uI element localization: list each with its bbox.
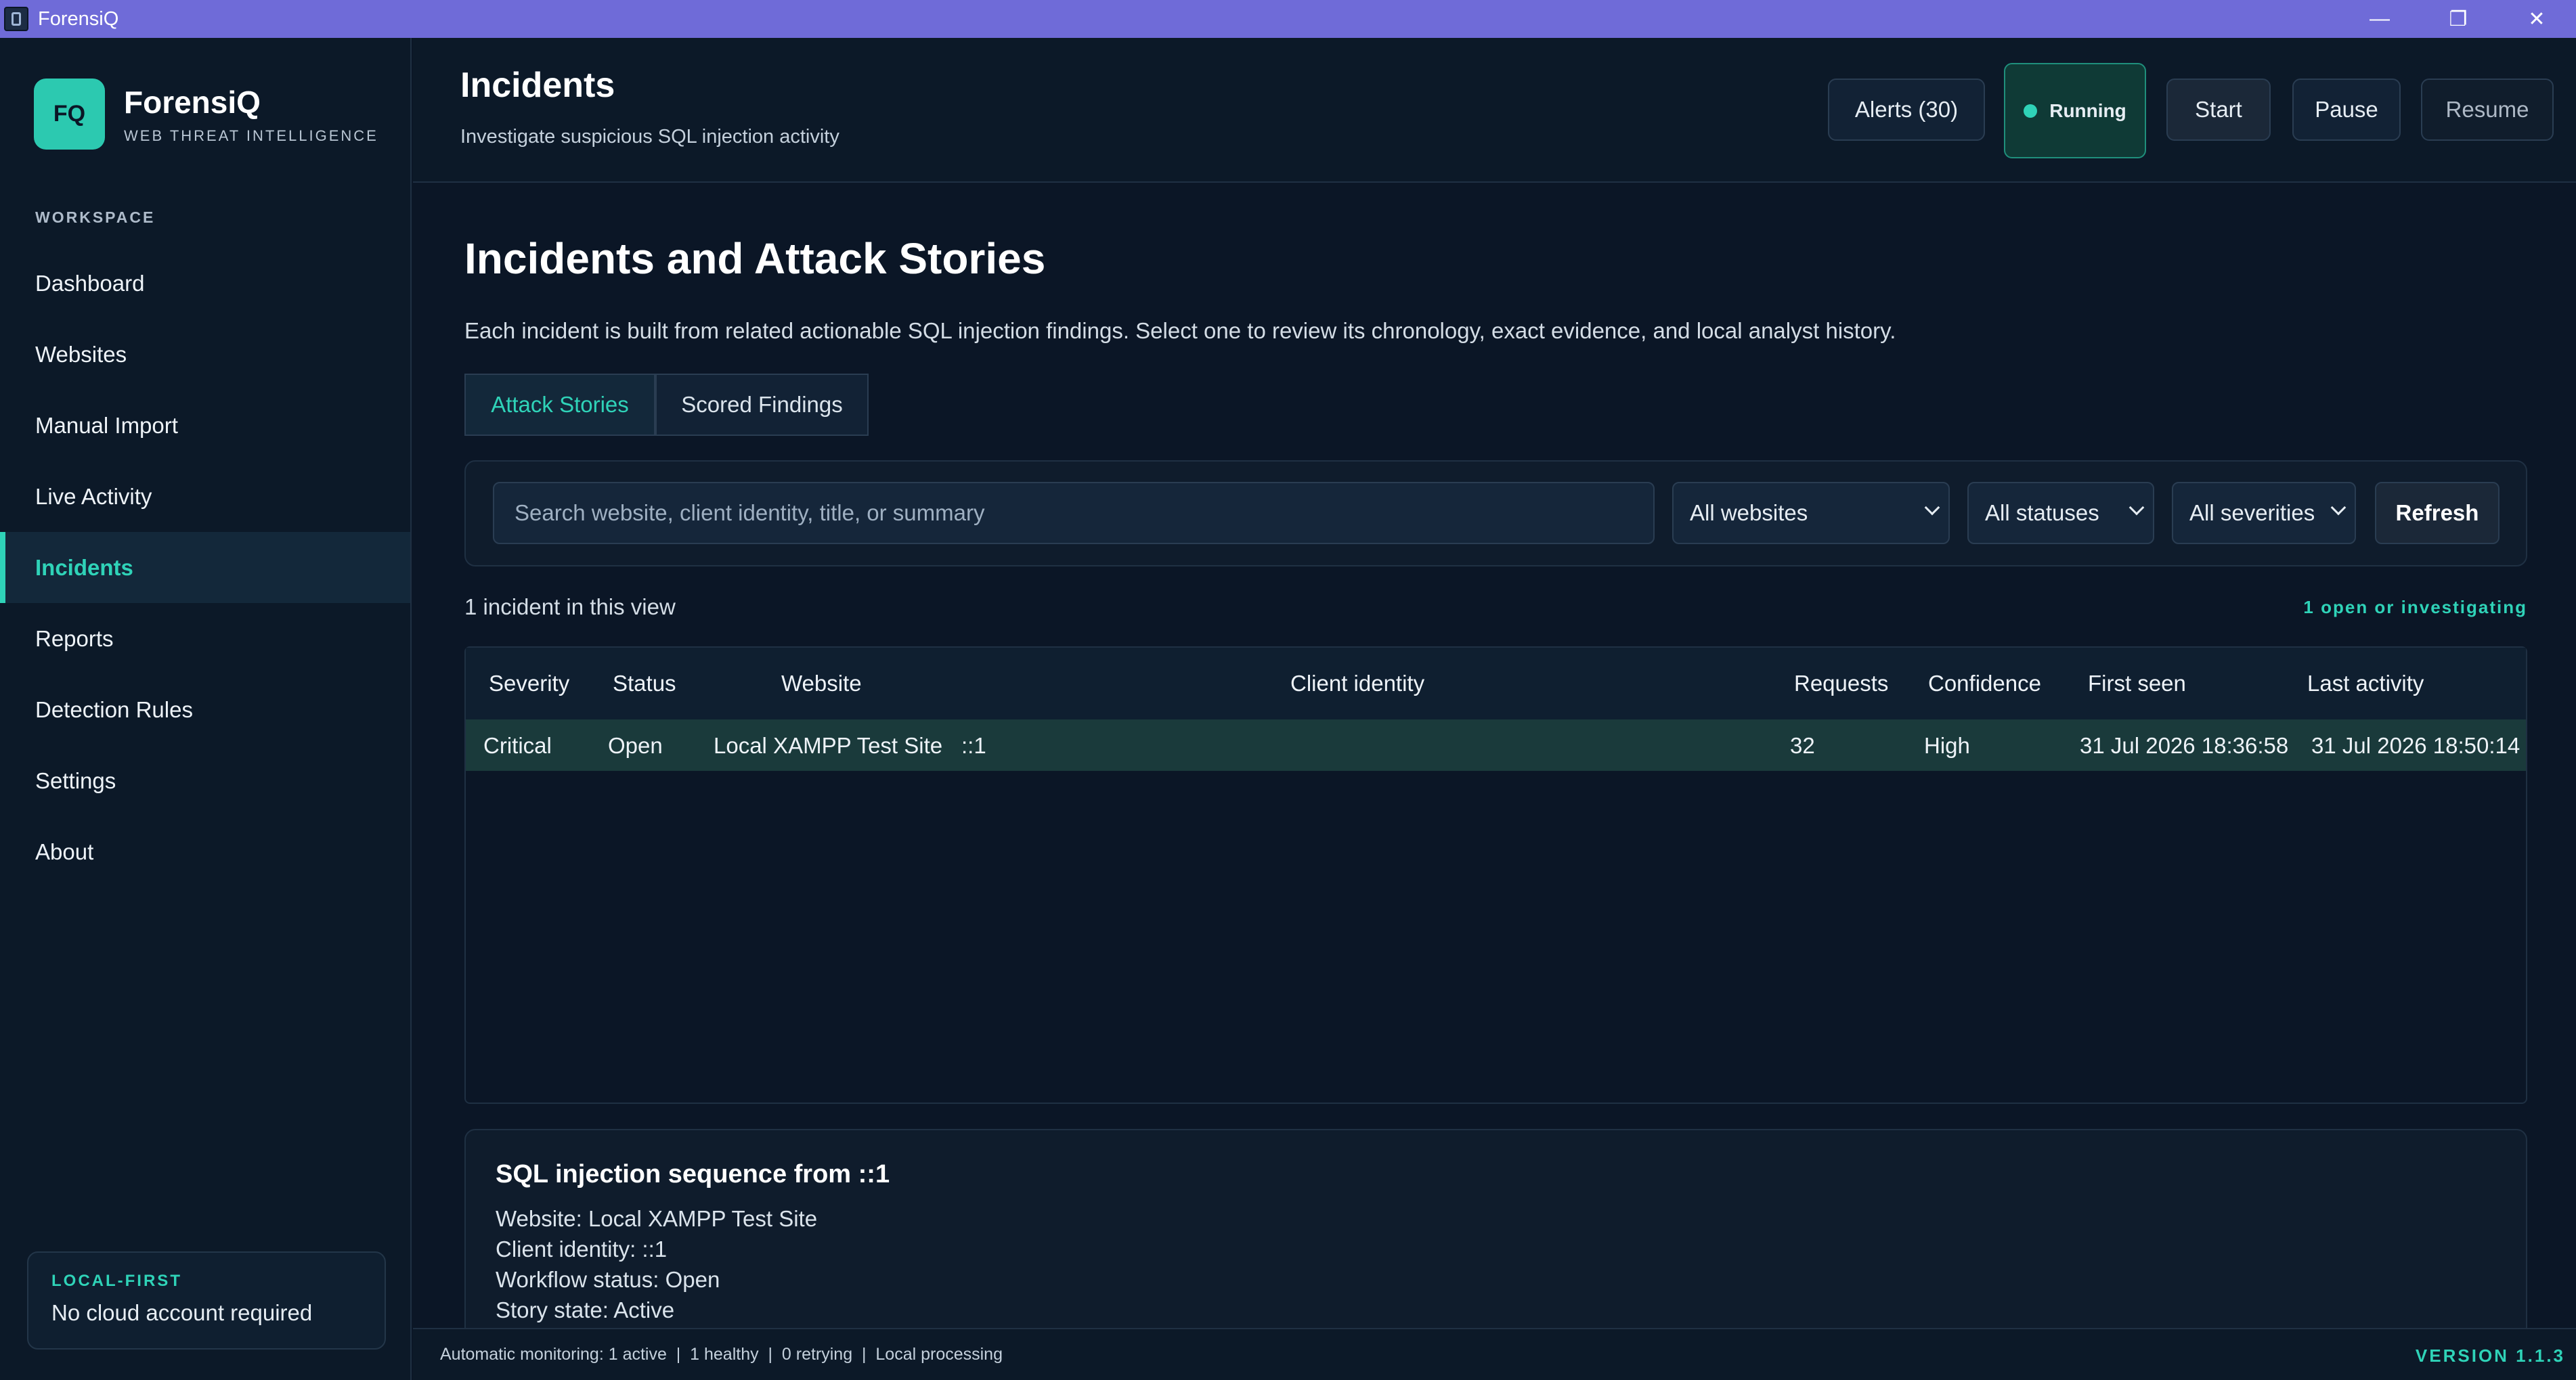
minimize-icon[interactable]: —: [2340, 0, 2419, 38]
title-bar: ForensiQ — ❐ ✕: [0, 0, 2576, 38]
page-subtitle: Investigate suspicious SQL injection act…: [460, 126, 839, 148]
close-icon[interactable]: ✕: [2497, 0, 2576, 38]
column-header-status[interactable]: Status: [613, 671, 676, 696]
view-tabs: Attack Stories Scored Findings: [464, 374, 869, 436]
website-filter-value: All websites: [1690, 500, 1808, 525]
local-first-card: LOCAL-FIRST No cloud account required: [27, 1251, 386, 1350]
sidebar: FQ ForensiQ WEB THREAT INTELLIGENCE WORK…: [0, 38, 412, 1380]
sidebar-nav: Dashboard Websites Manual Import Live Ac…: [0, 248, 410, 887]
column-header-requests[interactable]: Requests: [1794, 671, 1888, 696]
tab-attack-stories[interactable]: Attack Stories: [464, 374, 655, 436]
chevron-down-icon: [2330, 499, 2346, 516]
filter-bar: Search website, client identity, title, …: [464, 460, 2527, 566]
sidebar-item-settings[interactable]: Settings: [0, 745, 410, 816]
running-dot-icon: [2024, 104, 2038, 118]
table-header: Severity Status Website Client identity …: [466, 648, 2526, 719]
column-header-severity[interactable]: Severity: [489, 671, 569, 696]
incident-count: 1 incident in this view: [464, 594, 676, 619]
section-description: Each incident is built from related acti…: [464, 318, 1896, 343]
chevron-down-icon: [1924, 499, 1940, 516]
detail-client-identity: Client identity: ::1: [496, 1237, 668, 1262]
brand-logo: FQ: [34, 79, 105, 150]
chevron-down-icon: [2129, 499, 2145, 516]
app-icon: [4, 7, 28, 31]
brand-name: ForensiQ: [124, 84, 261, 120]
sidebar-item-detection-rules[interactable]: Detection Rules: [0, 674, 410, 745]
sidebar-item-live-activity[interactable]: Live Activity: [0, 461, 410, 532]
cell-status: Open: [608, 733, 663, 758]
incidents-table: Severity Status Website Client identity …: [464, 646, 2527, 1104]
sidebar-item-websites[interactable]: Websites: [0, 319, 410, 390]
sidebar-section-label: WORKSPACE: [35, 208, 156, 226]
column-header-client-identity[interactable]: Client identity: [1290, 671, 1424, 696]
page-title: Incidents: [460, 66, 615, 105]
sidebar-item-manual-import[interactable]: Manual Import: [0, 390, 410, 461]
cell-client-identity: ::1: [961, 733, 986, 758]
brand: FQ ForensiQ WEB THREAT INTELLIGENCE: [34, 79, 378, 150]
column-header-last-activity[interactable]: Last activity: [2307, 671, 2424, 696]
resume-button[interactable]: Resume: [2421, 79, 2554, 141]
status-bar: Automatic monitoring: 1 active | 1 healt…: [413, 1328, 2576, 1380]
sidebar-item-incidents[interactable]: Incidents: [0, 532, 410, 603]
cell-website: Local XAMPP Test Site: [714, 733, 943, 758]
monitoring-status-text: Automatic monitoring: 1 active | 1 healt…: [440, 1345, 1003, 1364]
sidebar-item-reports[interactable]: Reports: [0, 603, 410, 674]
cell-last-activity: 31 Jul 2026 18:50:14: [2311, 733, 2520, 758]
sidebar-item-about[interactable]: About: [0, 816, 410, 887]
detail-story-state: Story state: Active: [496, 1297, 675, 1322]
cell-confidence: High: [1924, 733, 1970, 758]
severity-filter-select[interactable]: All severities: [2172, 482, 2356, 544]
cell-requests: 32: [1790, 733, 1815, 758]
sidebar-item-dashboard[interactable]: Dashboard: [0, 248, 410, 319]
cell-first-seen: 31 Jul 2026 18:36:58: [2080, 733, 2289, 758]
column-header-first-seen[interactable]: First seen: [2088, 671, 2186, 696]
running-status-badge: Running: [2004, 63, 2146, 158]
column-header-confidence[interactable]: Confidence: [1928, 671, 2041, 696]
detail-workflow-status: Workflow status: Open: [496, 1267, 720, 1292]
start-button[interactable]: Start: [2166, 79, 2271, 141]
status-filter-select[interactable]: All statuses: [1967, 482, 2154, 544]
incident-detail-title: SQL injection sequence from ::1: [496, 1160, 890, 1188]
status-filter-value: All statuses: [1985, 500, 2099, 525]
detail-website: Website: Local XAMPP Test Site: [496, 1206, 818, 1231]
search-input[interactable]: Search website, client identity, title, …: [493, 482, 1655, 544]
alerts-button[interactable]: Alerts (30): [1828, 79, 1985, 141]
restore-icon[interactable]: ❐: [2419, 0, 2497, 38]
section-title: Incidents and Attack Stories: [464, 234, 1046, 283]
local-first-text: No cloud account required: [51, 1300, 313, 1325]
refresh-button[interactable]: Refresh: [2375, 482, 2499, 544]
website-filter-select[interactable]: All websites: [1672, 482, 1950, 544]
severity-filter-value: All severities: [2189, 500, 2315, 525]
page-header: Incidents Investigate suspicious SQL inj…: [413, 38, 2576, 183]
brand-tagline: WEB THREAT INTELLIGENCE: [124, 127, 378, 144]
table-row[interactable]: Critical Open Local XAMPP Test Site ::1 …: [466, 719, 2526, 771]
pause-button[interactable]: Pause: [2292, 79, 2401, 141]
local-first-title: LOCAL-FIRST: [51, 1272, 182, 1290]
open-count-badge: 1 open or investigating: [2303, 597, 2527, 617]
tab-scored-findings[interactable]: Scored Findings: [655, 374, 869, 436]
running-label: Running: [2049, 99, 2126, 121]
cell-severity: Critical: [483, 733, 552, 758]
column-header-website[interactable]: Website: [781, 671, 862, 696]
version-label: VERSION 1.1.3: [2415, 1345, 2565, 1366]
window-title: ForensiQ: [38, 7, 119, 30]
